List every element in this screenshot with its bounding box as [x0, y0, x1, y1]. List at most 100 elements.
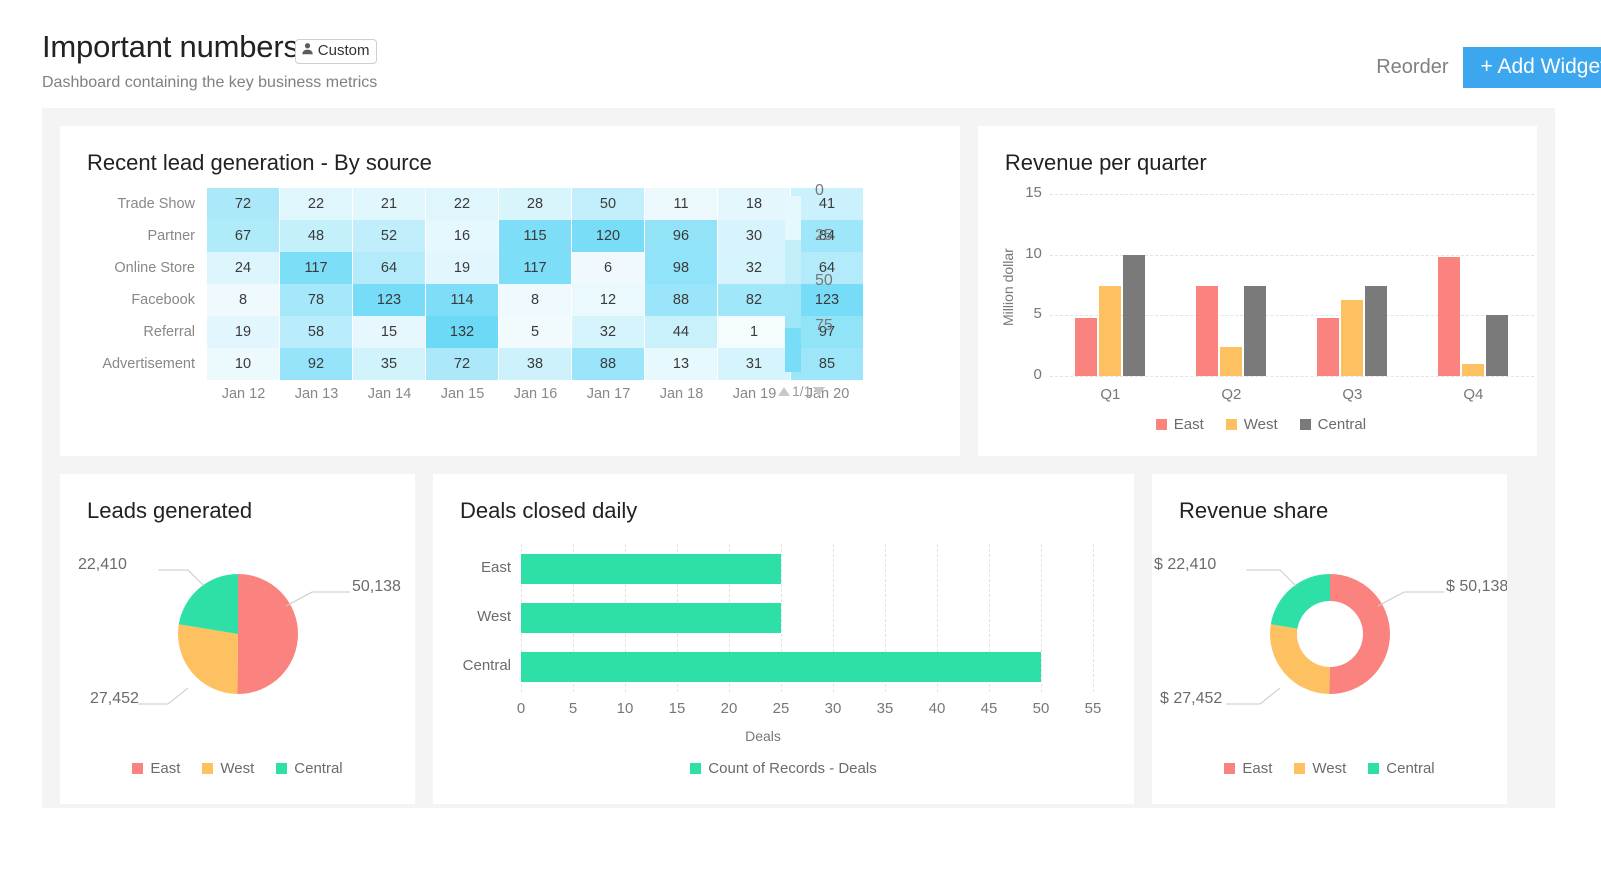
bar[interactable] — [1220, 346, 1243, 376]
reorder-button[interactable]: Reorder — [1374, 52, 1450, 83]
heatmap-cell[interactable]: 19 — [207, 316, 279, 348]
heatmap-cell[interactable]: 28 — [499, 188, 571, 220]
bar[interactable] — [521, 652, 1041, 683]
heatmap-cell[interactable]: 18 — [718, 188, 790, 220]
heatmap-cell[interactable]: 64 — [353, 252, 425, 284]
heatmap-cell[interactable]: 10 — [207, 348, 279, 380]
heatmap-cell[interactable]: 115 — [499, 220, 571, 252]
bar[interactable] — [1123, 254, 1146, 376]
widget-recent-lead-generation[interactable]: Recent lead generation - By source Trade… — [60, 126, 960, 456]
heatmap-cell[interactable]: 96 — [645, 220, 717, 252]
heatmap-cell[interactable]: 1 — [718, 316, 790, 348]
legend-item-central[interactable]: Central — [1368, 760, 1435, 777]
heatmap-cell[interactable]: 16 — [426, 220, 498, 252]
legend-item-west[interactable]: West — [202, 760, 254, 777]
heatmap-cell[interactable]: 8 — [499, 284, 571, 316]
pie-slice-east[interactable] — [237, 574, 299, 694]
heatmap-cell[interactable]: 31 — [718, 348, 790, 380]
heatmap-cell[interactable]: 114 — [426, 284, 498, 316]
y-axis-tick: Central — [462, 657, 511, 675]
horizontal-bar-chart[interactable]: 0 5 10 15 20 25 30 35 40 45 50 55 East West Central Dea… — [433, 522, 1134, 804]
x-axis-tick: 25 — [772, 700, 790, 717]
heatmap-cell[interactable]: 72 — [207, 188, 279, 220]
heatmap-cell[interactable]: 32 — [718, 252, 790, 284]
heatmap-cell[interactable]: 12 — [572, 284, 644, 316]
heatmap-cell[interactable]: 52 — [353, 220, 425, 252]
legend-item-central[interactable]: Central — [1299, 416, 1366, 433]
heatmap-cell[interactable]: 24 — [207, 252, 279, 284]
legend-item-east[interactable]: East — [132, 760, 180, 777]
heatmap-cell[interactable]: 5 — [499, 316, 571, 348]
heatmap-cell[interactable]: 82 — [718, 284, 790, 316]
pie-chart[interactable]: 50,138 27,452 22,410 East West Central — [60, 522, 415, 804]
heatmap-cell[interactable]: 15 — [353, 316, 425, 348]
heatmap-cells[interactable]: 72 22 21 22 28 50 11 18 41 67 48 52 16 115 120 96 30 84 24… — [207, 188, 864, 380]
heatmap-cell[interactable]: 88 — [645, 284, 717, 316]
pie-slice-west[interactable] — [178, 624, 238, 694]
bar[interactable] — [1075, 317, 1098, 376]
widget-revenue-per-quarter[interactable]: Revenue per quarter 15 10 5 0 Million dollar… — [977, 126, 1537, 456]
heatmap-cell[interactable]: 30 — [718, 220, 790, 252]
heatmap-cell[interactable]: 67 — [207, 220, 279, 252]
bar[interactable] — [1244, 286, 1267, 376]
pie-slice-central[interactable] — [178, 574, 238, 634]
bar[interactable] — [1365, 286, 1388, 376]
legend-item-count-of-records[interactable]: Count of Records - Deals — [690, 760, 877, 777]
heatmap-cell[interactable]: 92 — [280, 348, 352, 380]
heatmap-pager[interactable]: 1/1 — [778, 383, 826, 399]
legend-item-central[interactable]: Central — [276, 760, 343, 777]
bar[interactable] — [1462, 363, 1485, 376]
heatmap-cell[interactable]: 38 — [499, 348, 571, 380]
heatmap-cell[interactable]: 98 — [645, 252, 717, 284]
widget-leads-generated[interactable]: Leads generated 50,138 27,452 22,410 East We… — [60, 474, 415, 804]
bar[interactable] — [1099, 286, 1122, 376]
bar[interactable] — [1196, 286, 1219, 376]
bar[interactable] — [1486, 315, 1509, 376]
legend-item-west[interactable]: West — [1294, 760, 1346, 777]
bar[interactable] — [1341, 299, 1364, 376]
pager-up-icon[interactable] — [778, 386, 790, 396]
heatmap-cell[interactable]: 21 — [353, 188, 425, 220]
pie-slice-central[interactable] — [1270, 574, 1330, 629]
bar[interactable] — [521, 553, 781, 584]
heatmap-cell[interactable]: 117 — [280, 252, 352, 284]
legend-item-west[interactable]: West — [1225, 416, 1278, 433]
heatmap-cell[interactable]: 11 — [645, 188, 717, 220]
bar[interactable] — [521, 603, 781, 633]
custom-badge[interactable]: Custom — [294, 39, 378, 64]
widget-deals-closed-daily[interactable]: Deals closed daily 0 5 10 15 20 25 30 35 40 45 50 5… — [433, 474, 1134, 804]
pie-slice-east[interactable] — [1329, 574, 1391, 694]
widget-revenue-share[interactable]: Revenue share $ 50,138 $ 27,452 $ 22,410 Ea… — [1152, 474, 1507, 804]
bar[interactable] — [1438, 257, 1461, 376]
pie-slice-west[interactable] — [1270, 624, 1330, 694]
legend-swatch — [1155, 419, 1167, 430]
heatmap-cell[interactable]: 19 — [426, 252, 498, 284]
heatmap-cell[interactable]: 117 — [499, 252, 571, 284]
legend-item-east[interactable]: East — [1224, 760, 1272, 777]
heatmap-cell[interactable]: 88 — [572, 348, 644, 380]
heatmap-cell[interactable]: 72 — [426, 348, 498, 380]
donut-chart[interactable]: $ 50,138 $ 27,452 $ 22,410 East West Central — [1152, 522, 1507, 804]
column-chart[interactable]: 15 10 5 0 Million dollar Q1 Q2 Q3 Q4 East West Cent… — [978, 176, 1537, 456]
heatmap-cell[interactable]: 58 — [280, 316, 352, 348]
legend-item-east[interactable]: East — [1155, 416, 1204, 433]
leader-line — [1226, 687, 1281, 705]
heatmap-cell[interactable]: 44 — [645, 316, 717, 348]
heatmap-cell[interactable]: 120 — [572, 220, 644, 252]
heatmap-cell[interactable]: 35 — [353, 348, 425, 380]
heatmap-cell[interactable]: 8 — [207, 284, 279, 316]
heatmap-cell[interactable]: 50 — [572, 188, 644, 220]
pager-down-icon[interactable] — [813, 386, 826, 396]
heatmap-cell[interactable]: 32 — [572, 316, 644, 348]
heatmap-cell[interactable]: 132 — [426, 316, 498, 348]
heatmap-cell[interactable]: 22 — [426, 188, 498, 220]
heatmap-cell[interactable]: 6 — [572, 252, 644, 284]
heatmap-chart[interactable]: Trade Show Partner Online Store Facebook Ref… — [60, 182, 960, 402]
heatmap-cell[interactable]: 22 — [280, 188, 352, 220]
heatmap-cell[interactable]: 123 — [353, 284, 425, 316]
heatmap-cell[interactable]: 13 — [645, 348, 717, 380]
heatmap-cell[interactable]: 78 — [280, 284, 352, 316]
bar[interactable] — [1317, 317, 1340, 376]
heatmap-cell[interactable]: 48 — [280, 220, 352, 252]
add-widget-button[interactable]: + Add Widget — [1462, 47, 1601, 88]
